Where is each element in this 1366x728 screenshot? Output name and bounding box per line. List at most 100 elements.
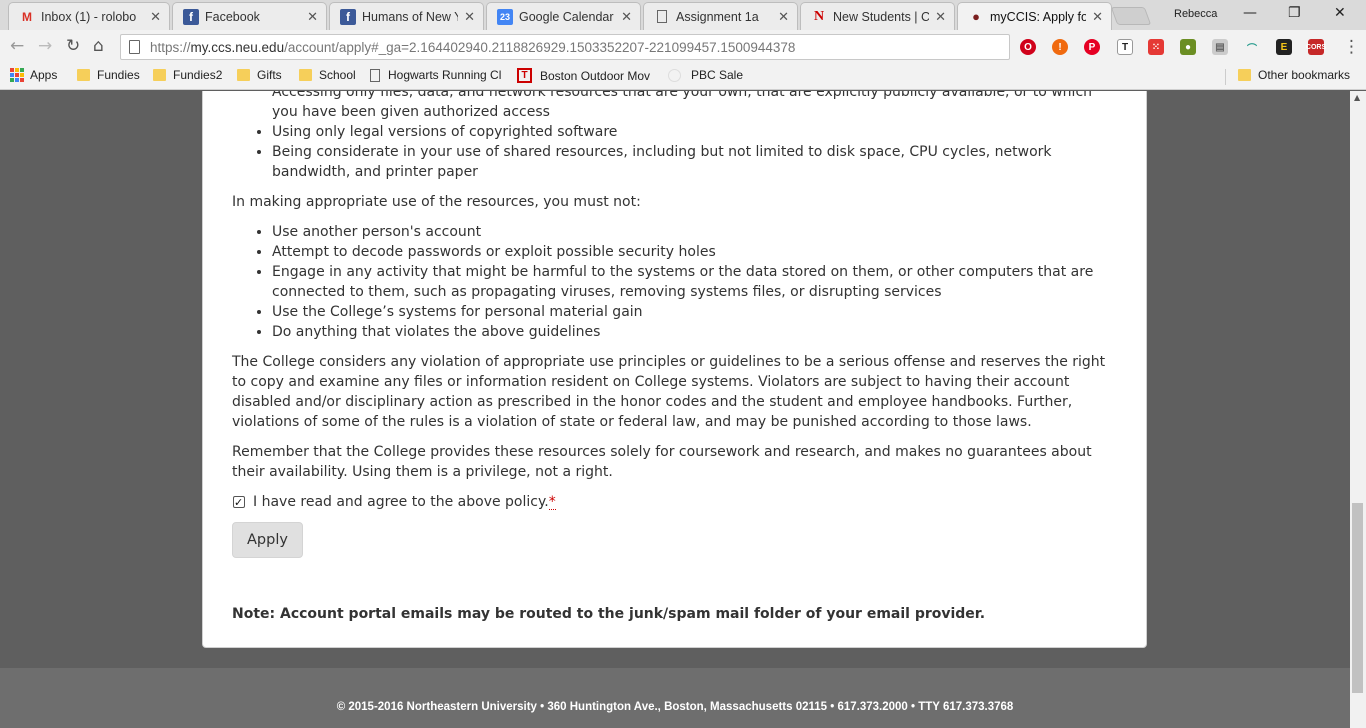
- list-item: Being considerate in your use of shared …: [272, 142, 1117, 182]
- apply-button[interactable]: Apply: [232, 522, 303, 558]
- calendar-icon: 23: [497, 8, 513, 25]
- list-item: Do anything that violates the above guid…: [272, 322, 1117, 342]
- folder-icon: [237, 69, 250, 81]
- scroll-up-icon[interactable]: ▲: [1354, 93, 1360, 102]
- bookmark-label: Boston Outdoor Mov: [540, 68, 651, 83]
- close-tab-icon[interactable]: ✕: [307, 9, 318, 25]
- email-note: Note: Account portal emails may be route…: [232, 606, 986, 622]
- tab-title: Google Calendar -: [519, 9, 616, 24]
- tab-title: Inbox (1) - rolobo: [41, 9, 137, 24]
- remember-paragraph: Remember that the College provides these…: [232, 444, 1092, 480]
- evernote-icon[interactable]: E: [1276, 39, 1292, 55]
- text-extension-icon[interactable]: T: [1117, 39, 1133, 55]
- required-marker: *: [548, 493, 556, 510]
- browser-toolbar: ← → ↻ ⌂ https://my.ccs.neu.edu/account/a…: [0, 30, 1366, 64]
- page-icon: [370, 68, 380, 82]
- circle-icon: [668, 68, 681, 82]
- folder-icon: [1238, 69, 1251, 81]
- tab-google-calendar[interactable]: 23 Google Calendar - ✕: [486, 2, 641, 30]
- agree-checkbox[interactable]: [233, 493, 245, 513]
- close-tab-icon[interactable]: ✕: [935, 9, 946, 25]
- allowed-use-list: Accessing only files, data, and network …: [232, 91, 1117, 182]
- pinterest-icon[interactable]: P: [1084, 39, 1100, 55]
- northeastern-icon: N: [813, 8, 825, 24]
- bookmark-label: Fundies2: [173, 68, 223, 82]
- bookmark-school[interactable]: School: [299, 68, 356, 82]
- apps-grid-icon: [10, 68, 24, 82]
- folder-icon: [77, 69, 90, 81]
- bookmark-gifts[interactable]: Gifts: [237, 68, 282, 82]
- bookmark-apps[interactable]: Apps: [10, 68, 57, 82]
- minimize-icon[interactable]: —: [1243, 5, 1257, 21]
- bookmark-label: School: [319, 68, 356, 82]
- reload-icon[interactable]: ↻: [66, 36, 80, 56]
- list-item: Using only legal versions of copyrighted…: [272, 122, 1117, 142]
- dice-extension-icon[interactable]: ⁙: [1148, 39, 1164, 55]
- rainbow-extension-icon[interactable]: ⌒: [1244, 39, 1260, 55]
- folder-icon: [299, 69, 312, 81]
- bookmark-label: Other bookmarks: [1258, 68, 1351, 82]
- close-tab-icon[interactable]: ✕: [464, 9, 475, 25]
- bookmark-label: PBC Sale: [691, 68, 744, 82]
- tab-assignment[interactable]: Assignment 1a ✕: [643, 2, 798, 30]
- tab-new-students[interactable]: N New Students | CC ✕: [800, 2, 955, 30]
- bookmarks-divider: [1225, 69, 1226, 85]
- violation-paragraph: The College considers any violation of a…: [232, 354, 1106, 430]
- other-bookmarks[interactable]: Other bookmarks: [1238, 68, 1350, 82]
- rss-extension-icon[interactable]: ▤: [1212, 39, 1228, 55]
- browser-menu-icon[interactable]: ⋮: [1343, 37, 1360, 57]
- must-not-intro: In making appropriate use of the resourc…: [232, 194, 641, 210]
- folder-icon: [153, 69, 166, 81]
- opera-vpn-icon[interactable]: O: [1020, 39, 1036, 55]
- list-item: Attempt to decode passwords or exploit p…: [272, 242, 1117, 262]
- alert-extension-icon[interactable]: !: [1052, 39, 1068, 55]
- url-prefix: https://: [150, 39, 191, 55]
- cors-extension-icon[interactable]: CORS: [1306, 39, 1326, 55]
- forward-arrow-icon[interactable]: →: [38, 36, 52, 56]
- bookmark-label: Apps: [30, 68, 58, 82]
- back-arrow-icon[interactable]: ←: [10, 36, 24, 56]
- prohibited-use-list: Use another person's account Attempt to …: [232, 222, 1117, 342]
- profile-name[interactable]: Rebecca: [1174, 8, 1217, 20]
- footer-text: © 2015-2016 Northeastern University • 36…: [336, 701, 1014, 713]
- home-icon[interactable]: ⌂: [93, 36, 104, 56]
- paw-icon: ●: [972, 9, 980, 24]
- agree-row: I have read and agree to the above polic…: [232, 492, 1117, 513]
- bookmark-fundies2[interactable]: Fundies2: [153, 68, 222, 82]
- restore-icon[interactable]: ❐: [1288, 5, 1301, 21]
- close-tab-icon[interactable]: ✕: [778, 9, 789, 25]
- scrollbar-thumb[interactable]: [1352, 503, 1363, 693]
- list-item: you have been given authorized access: [272, 104, 550, 120]
- agree-label[interactable]: I have read and agree to the above polic…: [253, 492, 549, 512]
- tab-inbox[interactable]: M Inbox (1) - rolobo ✕: [8, 2, 170, 30]
- tab-myccis-apply[interactable]: ● myCCIS: Apply for ✕: [957, 2, 1112, 30]
- list-item: Engage in any activity that might be har…: [272, 262, 1117, 302]
- bookmark-fundies[interactable]: Fundies: [77, 68, 140, 82]
- plant-extension-icon[interactable]: ●: [1180, 39, 1196, 55]
- bookmark-boston-outdoor[interactable]: T Boston Outdoor Mov: [517, 68, 654, 83]
- bookmark-hogwarts[interactable]: Hogwarts Running Cl: [370, 68, 504, 82]
- bookmarks-bar: Apps Fundies Fundies2 Gifts School Hogwa…: [0, 64, 1366, 90]
- tab-title: New Students | CC: [833, 9, 930, 24]
- site-footer: © 2015-2016 Northeastern University • 36…: [0, 668, 1350, 728]
- close-window-icon[interactable]: ✕: [1334, 5, 1346, 21]
- url-host: my.ccs.neu.edu: [190, 39, 285, 55]
- close-tab-icon[interactable]: ✕: [621, 9, 632, 25]
- tab-humans-of-new-york[interactable]: f Humans of New Y ✕: [329, 2, 484, 30]
- close-tab-icon[interactable]: ✕: [150, 9, 161, 25]
- list-item: Use the College’s systems for personal m…: [272, 302, 1117, 322]
- close-tab-icon[interactable]: ✕: [1092, 9, 1103, 25]
- tab-strip: M Inbox (1) - rolobo ✕ f Facebook ✕ f Hu…: [0, 0, 1366, 30]
- page-info-icon[interactable]: [129, 40, 140, 54]
- tab-title: Facebook: [205, 9, 260, 24]
- facebook-icon: f: [340, 8, 356, 25]
- facebook-icon: f: [183, 8, 199, 25]
- list-item: Accessing only files, data, and network …: [272, 91, 1093, 100]
- tab-facebook[interactable]: f Facebook ✕: [172, 2, 327, 30]
- bookmark-pbc-sale[interactable]: PBC Sale: [668, 68, 743, 82]
- new-tab-button[interactable]: [1110, 7, 1152, 25]
- policy-card: Accessing only files, data, and network …: [202, 91, 1147, 648]
- vertical-scrollbar[interactable]: ▲: [1350, 91, 1366, 728]
- t-logo-icon: T: [517, 68, 532, 83]
- address-bar[interactable]: https://my.ccs.neu.edu/account/apply#_ga…: [120, 34, 1010, 60]
